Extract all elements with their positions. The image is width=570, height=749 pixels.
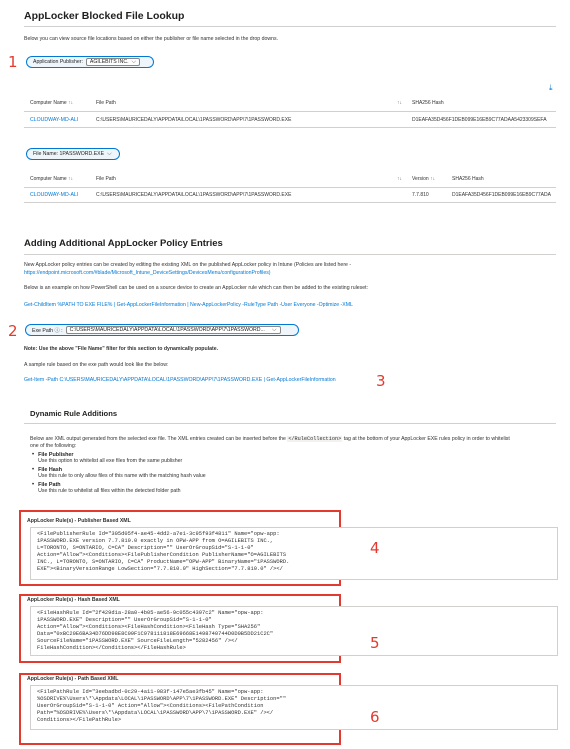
list-item: • File Publisher Use this option to whit…: [32, 452, 206, 465]
list-item-desc: Use this rule to only allow files of thi…: [38, 473, 206, 479]
table2-col-version-label: Version: [412, 176, 429, 182]
rule-type-list: • File Publisher Use this option to whit…: [32, 452, 206, 495]
hash-rule-xml-text: <FileHashRule Id="2f429d1a-28a0-4b05-ae5…: [37, 610, 274, 651]
sort-icon[interactable]: ↑↓: [397, 176, 402, 182]
list-item: • File Hash Use this rule to only allow …: [32, 467, 206, 480]
exe-path-value-text: C:\USERS\MAURICEDALY\APPDATA\LOCAL\1PASS…: [69, 326, 265, 333]
table2-cell-computer[interactable]: CLOUDWAY-MD-ALI: [30, 192, 78, 198]
publisher-rule-xml-text: <FilePublisherRule Id="305d05f4-ae45-4dd…: [37, 531, 290, 572]
publisher-filter[interactable]: Application Publisher: AGILEBITS INC. ⌵: [26, 56, 154, 68]
path-rule-title: AppLocker Rule(s) - Path Based XML: [27, 676, 119, 682]
divider: [24, 26, 556, 27]
sample-intro: A sample rule based on the exe path woul…: [24, 362, 169, 368]
publisher-filter-label: Application Publisher:: [33, 59, 83, 65]
bullet: •: [32, 452, 35, 458]
chevron-down-icon: ⌵: [107, 150, 112, 157]
lookup-description: Below you can view source file locations…: [24, 36, 279, 42]
bullet: •: [32, 467, 35, 473]
dynamic-title: Dynamic Rule Additions: [30, 409, 118, 418]
filename-filter-label: File Name: 1PASSWORD.EXE: [33, 151, 105, 157]
table1-row-divider: [24, 127, 556, 128]
table2-cell-version: 7.7.810: [412, 192, 429, 198]
adding-para1: New AppLocker policy entries can be crea…: [24, 262, 352, 268]
exe-path-filter[interactable]: Exe Path ⓘ : C:\USERS\MAURICEDALY\APPDAT…: [25, 324, 299, 336]
table2-cell-hash: D1EAFA35D456F1DEB099E16EB9C77ADA: [452, 192, 551, 198]
table2-row-divider: [24, 202, 556, 203]
table2-col-version[interactable]: Version ↑↓: [412, 176, 435, 182]
dynamic-intro-c: one of the following:: [30, 443, 77, 449]
table1-cell-hash: D1EAFA35D456F1DEB099E16EB9C77ADAA5423309…: [412, 117, 547, 123]
table1-col-path[interactable]: File Path: [96, 100, 116, 106]
chevron-down-icon: ⌵: [272, 326, 277, 333]
publisher-rule-xml[interactable]: <FilePublisherRule Id="305d05f4-ae45-4dd…: [30, 527, 558, 580]
list-item-desc: Use this option to whitelist all exe fil…: [38, 458, 183, 464]
filter-note: Note: Use the above "File Name" filter f…: [24, 346, 219, 352]
filename-filter[interactable]: File Name: 1PASSWORD.EXE ⌵: [26, 148, 120, 160]
table1-header-divider: [24, 111, 556, 112]
table1-cell-computer[interactable]: CLOUDWAY-MD-ALI: [30, 117, 78, 123]
path-rule-xml-text: <FilePathRule Id="3eebadbd-0c29-4a11-983…: [37, 689, 287, 723]
publisher-filter-value-text: AGILEBITS INC.: [89, 58, 129, 65]
annotation-4: 4: [370, 539, 380, 557]
download-icon[interactable]: ⤓: [549, 83, 553, 93]
hash-rule-xml[interactable]: <FileHashRule Id="2f429d1a-28a0-4b05-ae5…: [30, 606, 558, 656]
table2-col-computer[interactable]: Computer Name ↑↓: [30, 176, 73, 182]
publisher-rule-title: AppLocker Rule(s) - Publisher Based XML: [27, 518, 131, 524]
table2-col-hash[interactable]: SHA256 Hash: [452, 176, 484, 182]
table1-col-computer[interactable]: Computer Name ↑↓: [30, 100, 73, 106]
sort-icon: ↑↓: [430, 176, 436, 182]
powershell-cmd-example: Get-ChildItem %PATH TO EXE FILE% | Get-A…: [24, 302, 353, 308]
divider: [24, 423, 556, 424]
chevron-down-icon: ⌵: [131, 58, 137, 65]
annotation-5: 5: [370, 634, 380, 652]
sort-icon: ↑↓: [68, 100, 74, 106]
adding-title: Adding Additional AppLocker Policy Entri…: [24, 238, 223, 249]
sort-icon[interactable]: ↑↓: [397, 100, 402, 106]
bullet: •: [32, 482, 35, 488]
annotation-3: 3: [376, 372, 386, 390]
rule-collection-tag: </RuleCollection>: [287, 436, 343, 442]
sort-icon: ↑↓: [68, 176, 74, 182]
intune-policies-link[interactable]: https://endpoint.microsoft.com/#blade/Mi…: [24, 270, 271, 276]
annotation-6: 6: [370, 708, 380, 726]
table1-col-hash[interactable]: SHA256 Hash: [412, 100, 444, 106]
table2-col-computer-label: Computer Name: [30, 176, 67, 182]
annotation-1: 1: [8, 53, 18, 71]
lookup-title: AppLocker Blocked File Lookup: [24, 10, 185, 22]
table2-header-divider: [24, 187, 556, 188]
table1-cell-path: C:\USERS\MAURICEDALY\APPDATA\LOCAL\1PASS…: [96, 117, 292, 123]
adding-para2: Below is an example on how PowerShell ca…: [24, 285, 369, 291]
publisher-filter-value[interactable]: AGILEBITS INC. ⌵: [85, 58, 141, 66]
list-item: • File Path Use this rule to whitelist a…: [32, 482, 206, 495]
list-item-desc: Use this rule to whitelist all files wit…: [38, 488, 181, 494]
table2-col-path[interactable]: File Path: [96, 176, 116, 182]
exe-path-label: Exe Path ⓘ :: [32, 327, 63, 334]
annotation-2: 2: [8, 322, 18, 340]
divider: [24, 254, 556, 255]
dynamic-intro-b: tag at the bottom of your AppLocker EXE …: [343, 436, 510, 442]
table2-cell-path: C:\USERS\MAURICEDALY\APPDATA\LOCAL\1PASS…: [96, 192, 292, 198]
hash-rule-title: AppLocker Rule(s) - Hash Based XML: [27, 597, 120, 603]
dynamic-intro-a: Below are XML output generated from the …: [30, 436, 286, 442]
table1-col-computer-label: Computer Name: [30, 100, 67, 106]
exe-path-value[interactable]: C:\USERS\MAURICEDALY\APPDATA\LOCAL\1PASS…: [65, 326, 281, 334]
dynamic-intro: Below are XML output generated from the …: [30, 436, 510, 443]
path-rule-xml[interactable]: <FilePathRule Id="3eebadbd-0c29-4a11-983…: [30, 685, 558, 730]
sample-cmd: Get-Item -Path C:\USERS\MAURICEDALY\APPD…: [24, 377, 336, 383]
